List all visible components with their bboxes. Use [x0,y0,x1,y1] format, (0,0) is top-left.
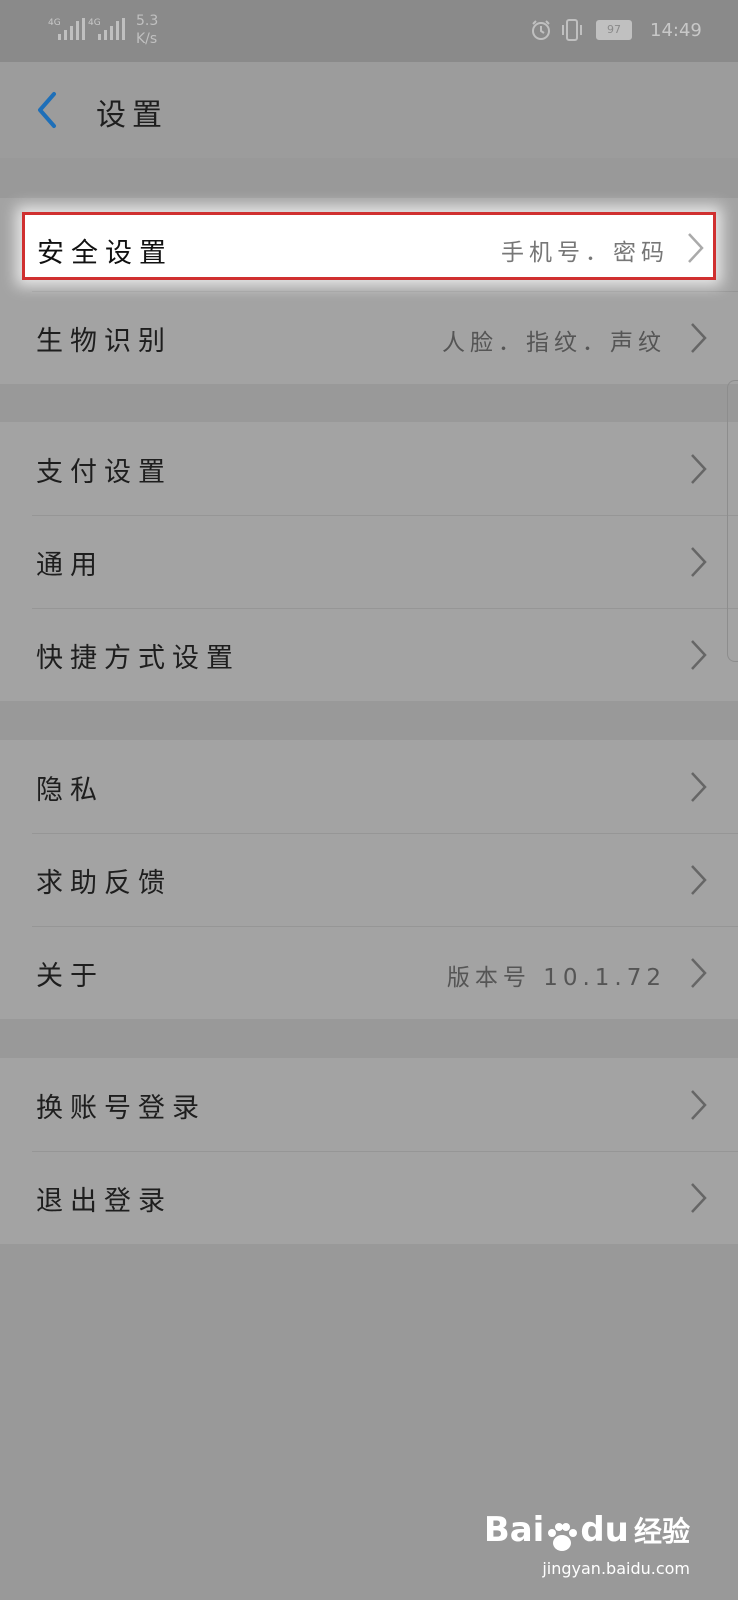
clock: 14:49 [650,20,702,41]
chevron-right-icon [691,547,707,577]
baidu-jingyan-watermark: Bai du 经验 jingyan.baidu.com [483,1510,690,1578]
row-label: 换账号登录 [36,1093,206,1124]
chevron-right-icon [691,323,707,353]
settings-group-session: 换账号登录 退出登录 [0,1058,738,1244]
battery-icon: 97 [596,20,632,40]
chevron-right-icon [691,1183,707,1213]
settings-row-logout[interactable]: 退出登录 [0,1151,738,1244]
settings-row-privacy[interactable]: 隐私 [0,740,738,833]
back-arrow-icon[interactable] [28,88,68,132]
row-label: 支付设置 [36,457,172,488]
settings-group-info: 隐私 求助反馈 关于 版本号 10.1.72 [0,740,738,1019]
alarm-icon [532,20,550,40]
scroll-edge-indicator [727,380,738,662]
vibrate-icon [562,19,582,41]
row-value: 人脸．指纹．声纹 [442,330,666,356]
settings-row-shortcuts[interactable]: 快捷方式设置 [0,608,738,701]
highlighted-security-row[interactable]: 安全设置 手机号．密码 [22,212,716,280]
chevron-right-icon [691,772,707,802]
settings-row-switch-account[interactable]: 换账号登录 [0,1058,738,1151]
network-speed: 5.3 K/s [136,13,159,47]
row-label: 关于 [36,961,104,992]
settings-group-general: 支付设置 通用 快捷方式设置 [0,422,738,701]
row-label: 快捷方式设置 [36,643,240,674]
row-label: 通用 [36,550,104,581]
page-title: 设置 [96,98,168,133]
paw-icon [548,1522,578,1551]
settings-row-biometrics[interactable]: 生物识别 人脸．指纹．声纹 [0,291,738,384]
settings-row-about[interactable]: 关于 版本号 10.1.72 [0,926,738,1019]
row-value: 手机号．密码 [501,240,669,266]
chevron-right-icon [688,233,704,263]
status-bar: 4G 4G 5.3 K/s 97 14:49 [0,0,738,62]
settings-row-general[interactable]: 通用 [0,515,738,608]
settings-row-feedback[interactable]: 求助反馈 [0,833,738,926]
chevron-right-icon [691,1090,707,1120]
row-label: 求助反馈 [36,868,172,899]
app-header: 设置 [0,62,738,158]
row-label: 退出登录 [36,1186,172,1217]
chevron-right-icon [691,640,707,670]
settings-row-payment[interactable]: 支付设置 [0,422,738,515]
version-value: 版本号 10.1.72 [446,965,666,991]
row-label: 安全设置 [37,238,173,269]
row-label: 隐私 [36,775,104,806]
row-label: 生物识别 [36,326,172,357]
chevron-right-icon [691,865,707,895]
chevron-right-icon [691,454,707,484]
chevron-right-icon [691,958,707,988]
